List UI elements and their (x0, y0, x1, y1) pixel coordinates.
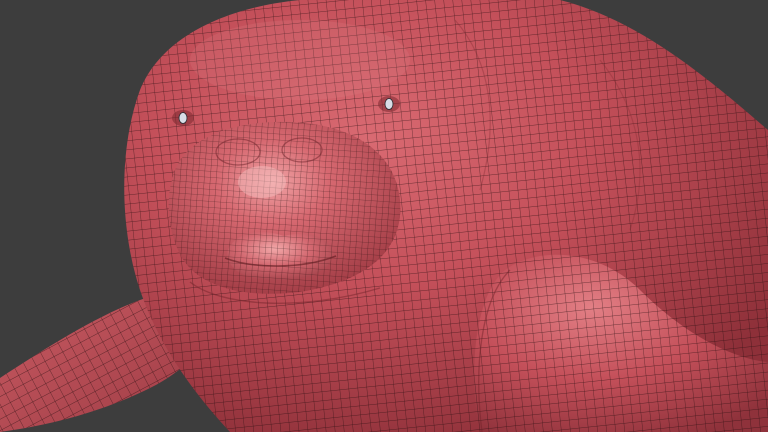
right-eye (378, 96, 400, 112)
left-eye (172, 110, 194, 126)
sculpt-mesh-render[interactable] (0, 0, 768, 432)
3d-viewport[interactable] (0, 0, 768, 432)
